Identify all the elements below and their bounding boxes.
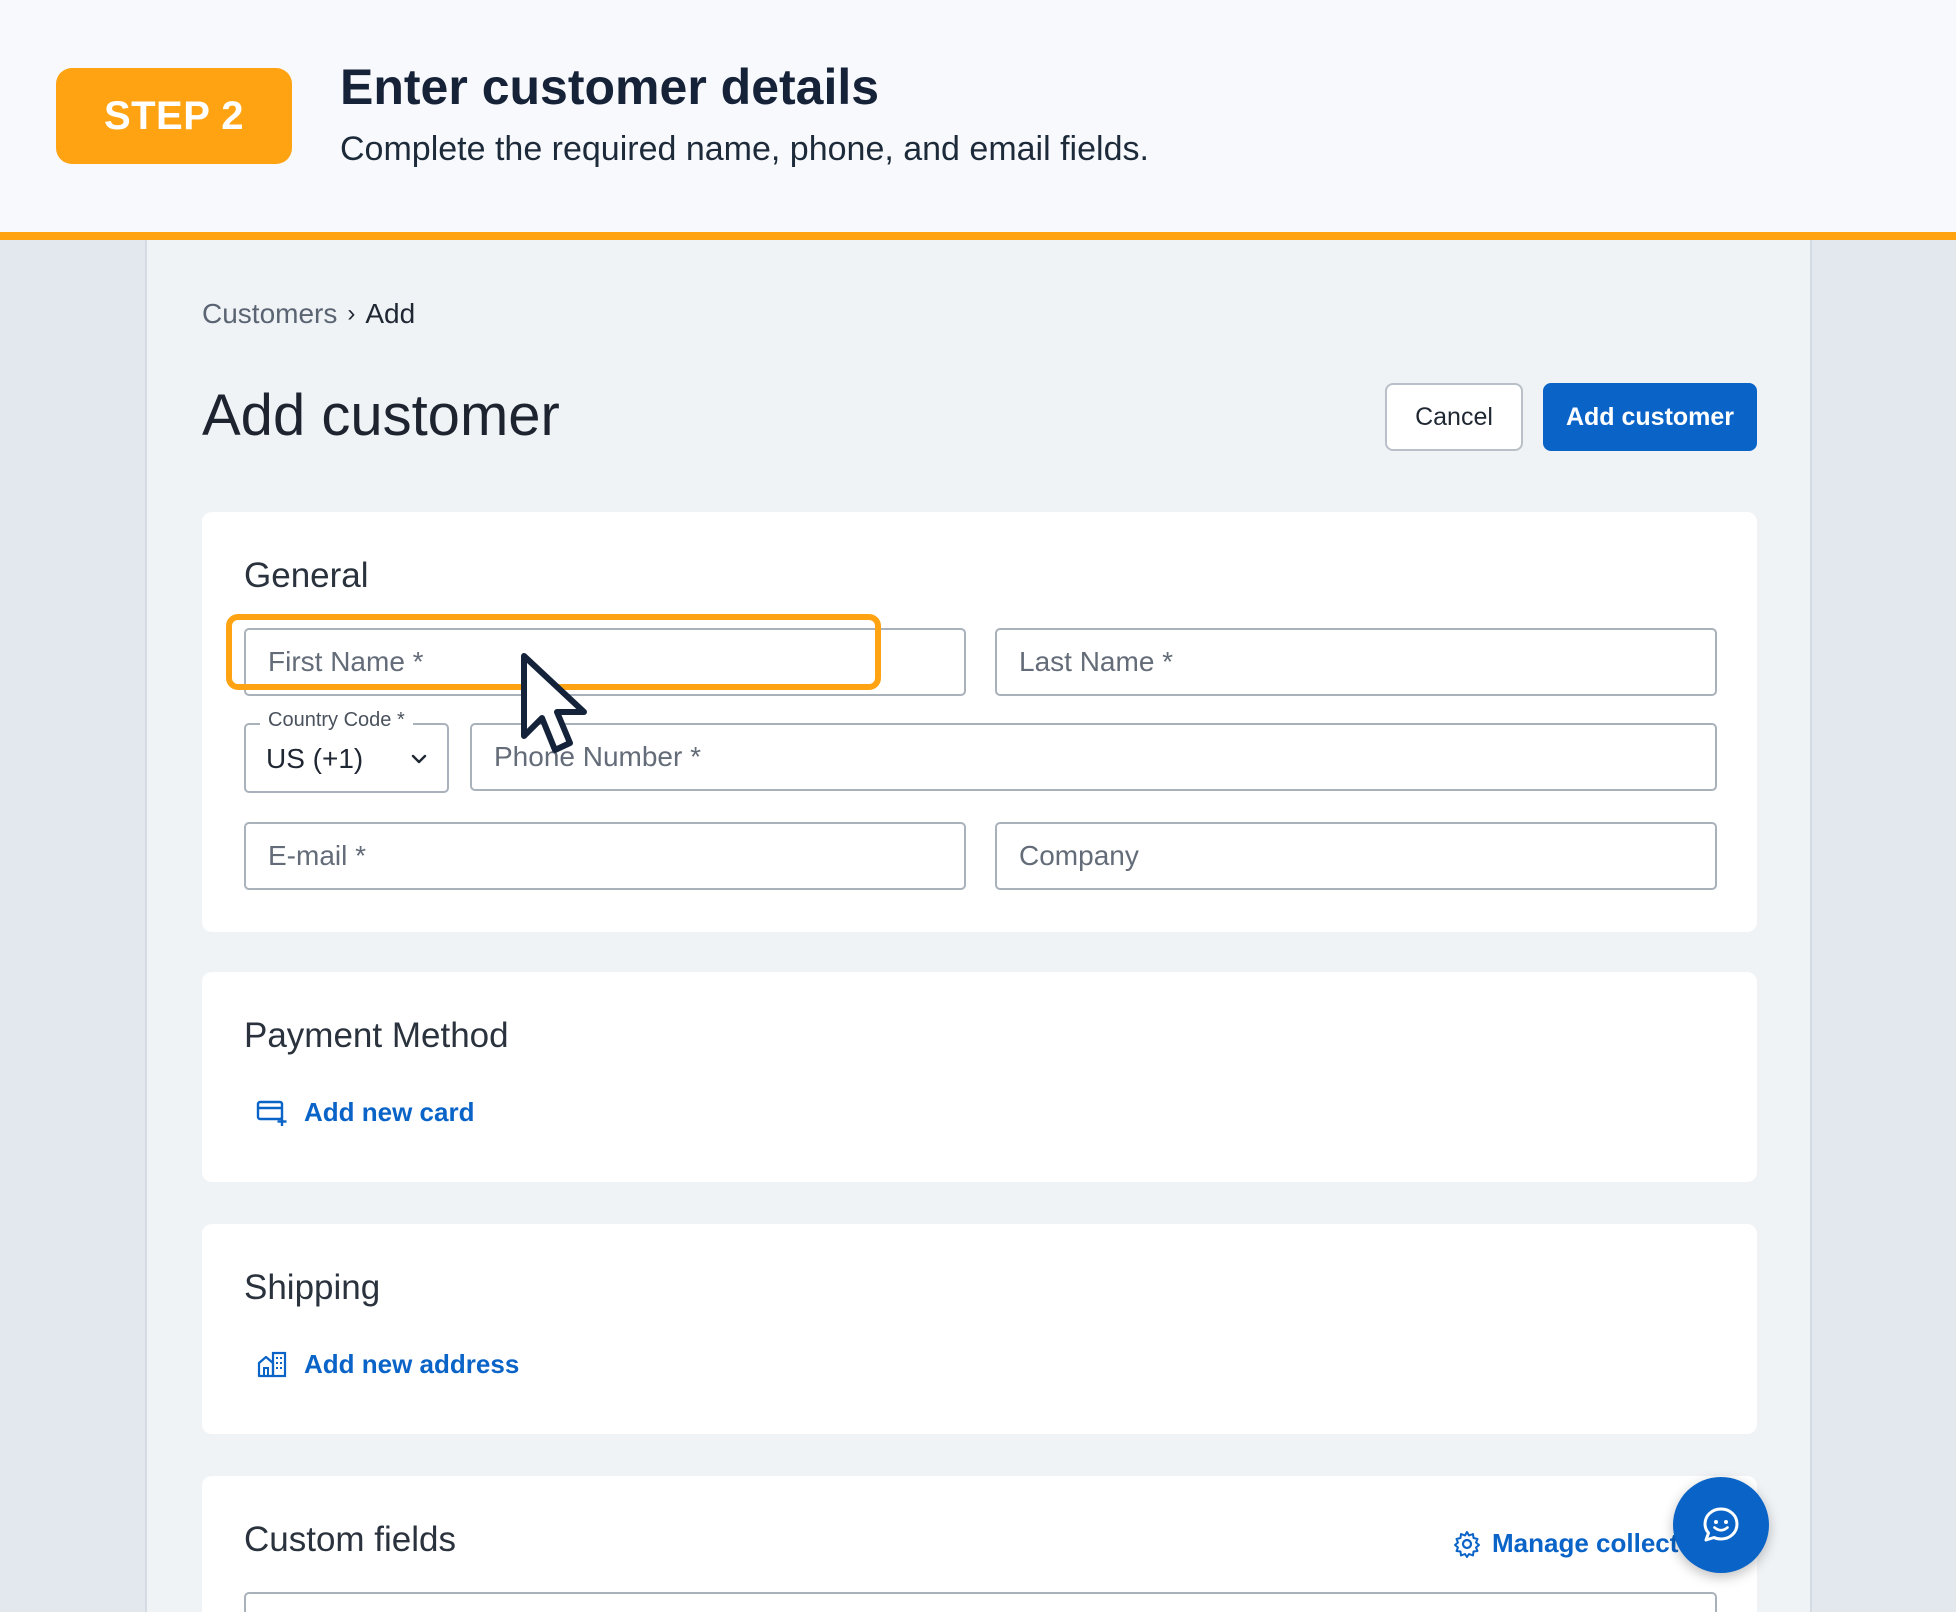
last-name-input[interactable]	[997, 630, 1715, 694]
country-code-label: Country Code *	[260, 709, 413, 732]
breadcrumb-current: Add	[365, 298, 416, 329]
page-title: Add customer	[202, 383, 560, 448]
building-address-icon	[257, 1351, 287, 1378]
mouse-pointer-icon	[521, 653, 587, 753]
phone-number-field	[470, 723, 1717, 791]
general-section: General Country Code * US (+1)	[202, 512, 1757, 932]
company-field	[995, 822, 1717, 890]
add-customer-button[interactable]: Add customer	[1543, 383, 1757, 451]
phone-number-input[interactable]	[472, 725, 1715, 789]
add-new-card-link[interactable]: Add new card	[256, 1096, 474, 1128]
custom-field-input[interactable]	[244, 1592, 1717, 1612]
credit-card-add-icon	[256, 1100, 287, 1126]
chat-bubble-icon	[1703, 1507, 1739, 1542]
country-code-select[interactable]: Country Code * US (+1)	[244, 709, 449, 793]
step-badge: STEP 2	[56, 68, 292, 164]
chevron-right-icon: ›	[347, 300, 356, 327]
country-code-value: US (+1)	[266, 743, 364, 774]
payment-method-section: Payment Method Add new card	[202, 972, 1757, 1182]
first-name-field	[244, 628, 966, 696]
first-name-input[interactable]	[246, 630, 964, 694]
cancel-button[interactable]: Cancel	[1385, 383, 1523, 451]
step-banner: STEP 2 Enter customer details Complete t…	[0, 0, 1956, 240]
email-input[interactable]	[246, 824, 964, 888]
custom-fields-title: Custom fields	[244, 1520, 457, 1559]
email-field	[244, 822, 966, 890]
company-input[interactable]	[997, 824, 1715, 888]
gear-icon	[1454, 1530, 1480, 1558]
add-new-card-label: Add new card	[304, 1096, 475, 1127]
add-customer-page: Customers › Add Add customer Cancel Add …	[145, 240, 1812, 1612]
breadcrumb: Customers › Add	[202, 298, 415, 330]
payment-section-title: Payment Method	[244, 1016, 509, 1055]
breadcrumb-customers-link[interactable]: Customers	[202, 298, 337, 330]
last-name-field	[995, 628, 1717, 696]
general-section-title: General	[244, 556, 369, 595]
chevron-down-icon	[411, 754, 427, 764]
add-new-address-link[interactable]: Add new address	[256, 1348, 519, 1380]
add-new-address-label: Add new address	[304, 1348, 520, 1379]
shipping-section-title: Shipping	[244, 1268, 381, 1307]
banner-title: Enter customer details	[340, 59, 880, 115]
chat-support-button[interactable]	[1673, 1477, 1769, 1573]
banner-subtitle: Complete the required name, phone, and e…	[340, 130, 1149, 168]
shipping-section: Shipping Add new address	[202, 1224, 1757, 1434]
custom-fields-section: Custom fields Manage collected d	[202, 1476, 1757, 1612]
